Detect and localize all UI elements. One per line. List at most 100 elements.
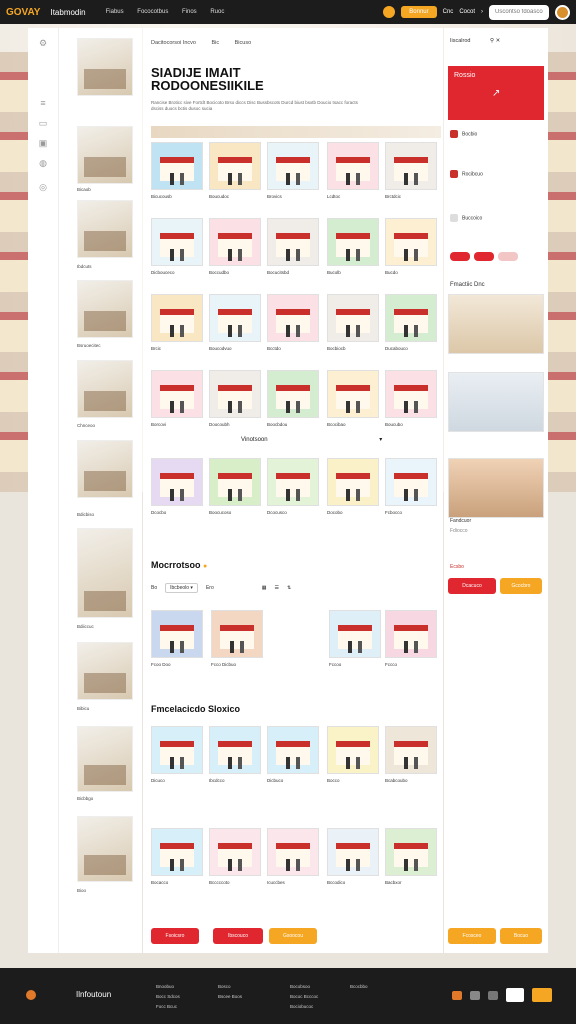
crumb-2[interactable]: Bic [211,40,219,46]
help-icon[interactable]: ◎ [38,182,48,192]
product-card[interactable]: Bacbxor [385,828,437,896]
thumb-7[interactable] [77,528,133,618]
footer-link[interactable]: Bocc Sdcos [156,992,180,1002]
lang-link[interactable]: Cocot [459,9,475,15]
close-icon[interactable]: ✕ [496,38,501,44]
logo[interactable]: GOVAY [6,7,40,18]
pill-3[interactable] [498,252,518,261]
store-card[interactable]: Dicbouceco [151,218,203,286]
nav-link-1[interactable]: Fiabus [106,9,124,15]
footer-link[interactable]: Bociobucoc [290,1002,318,1012]
right-card-3[interactable] [448,458,544,518]
market-card[interactable]: Fcoo Doo [151,610,203,678]
search-input[interactable] [489,4,549,20]
store-card[interactable]: Doocoubh [209,370,261,438]
thumb-1[interactable] [77,38,133,96]
product-card[interactable]: Bcccccoto [209,828,261,896]
footer-link[interactable]: Bocobsoo [290,982,318,992]
product-card[interactable]: Dicbuco [267,726,319,794]
right-button-1[interactable]: Dcacuco [448,578,496,594]
thumb-4[interactable] [77,280,133,338]
store-card[interactable]: Boucudoc [209,142,261,210]
thumb-9[interactable] [77,726,133,792]
store-card[interactable]: Boucubo [385,370,437,438]
store-card[interactable]: Boocbdou [267,370,319,438]
store-card[interactable]: Boccudbo [209,218,261,286]
avatar[interactable] [555,4,570,20]
footer-link[interactable]: Bscee Boos [218,992,242,1002]
store-card[interactable]: Bcctdo [267,294,319,362]
nav-link-4[interactable]: Ruoc [210,9,224,15]
person-card[interactable]: Boocucoso [209,458,261,526]
product-card[interactable]: Bccodico [327,828,379,896]
store-card[interactable]: Borcovi [151,370,203,438]
social-icon-1[interactable] [452,990,462,1000]
settings-icon[interactable]: ⚙ [38,38,48,48]
store-card[interactable]: Bucolb [327,218,379,286]
app-icon[interactable] [532,988,552,1002]
folder-icon[interactable]: ▭ [38,118,48,128]
right-button-2[interactable]: Gcocbro [500,578,542,594]
footer-link[interactable]: Bnoobuo [156,982,180,992]
product-card[interactable]: Bocacco [151,828,203,896]
store-card[interactable]: Boucodvuo [209,294,261,362]
mini-link[interactable]: Cnc [443,9,454,15]
store-card[interactable]: Bcocibao [327,370,379,438]
menu-icon[interactable]: ≡ [38,98,48,108]
bag-icon[interactable]: ▣ [38,138,48,148]
crumb-1[interactable]: Dacitocorsoi Incvo [151,40,196,46]
pill-1[interactable] [450,252,470,261]
right-card-2[interactable] [448,372,544,432]
mail-icon[interactable] [506,988,524,1002]
footer-link[interactable]: Bococ Bcccoc [290,992,318,1002]
store-card[interactable]: Brovics [267,142,319,210]
filter-3[interactable]: Ero [206,585,214,591]
thumb-10[interactable] [77,816,133,882]
store-card[interactable]: Bocbiocb [327,294,379,362]
crumb-3[interactable]: Bicuso [235,40,252,46]
thumb-2[interactable] [77,126,133,184]
thumb-5[interactable] [77,360,133,418]
filter-1[interactable]: Bo [151,585,157,591]
person-card[interactable]: Docobo [327,458,379,526]
product-card[interactable]: Ibcdcco [209,726,261,794]
right-item-2[interactable]: Rocibcuo [450,170,542,178]
right-bottom-button-2[interactable]: Bocuo [500,928,542,944]
footer-link[interactable]: Bosco [218,982,242,992]
product-card[interactable]: Icuccbes [267,828,319,896]
person-card[interactable]: Dcocusco [267,458,319,526]
product-card[interactable]: Dicuco [151,726,203,794]
pill-2[interactable] [474,252,494,261]
right-bottom-button-1[interactable]: Fcosceo [448,928,496,944]
social-icon-2[interactable] [470,990,480,1000]
footer-link[interactable]: Bcocbbo [350,982,368,992]
footer-link[interactable]: Focc Bcuc [156,1002,180,1012]
thumb-3[interactable] [77,200,133,258]
person-card[interactable]: Fcbocco [385,458,437,526]
filter-select[interactable]: Ibcbeolo ▾ [165,583,198,593]
person-card[interactable]: Dcocbo [151,458,203,526]
view-dropdown[interactable]: Vinotsoon ▾ [241,436,382,443]
product-card[interactable]: Bocco [327,726,379,794]
promo-card[interactable]: Rossio ↗ [448,66,544,120]
thumb-8[interactable] [77,642,133,700]
store-card[interactable]: Lcdtoc [327,142,379,210]
filter-icon[interactable]: ⚲ [490,38,494,44]
bottom-button-1[interactable]: Fsoicsro [151,928,199,944]
store-card[interactable]: Brcic [151,294,203,362]
nav-link-2[interactable]: Fococotbus [137,9,168,15]
store-card[interactable]: Bicucousb [151,142,203,210]
thumb-6[interactable] [77,440,133,498]
right-item-3[interactable]: Buccoico [450,214,542,222]
market-card[interactable]: Fccco [385,610,437,678]
list-icon[interactable]: ☰ [274,585,278,591]
store-card[interactable]: Bucdo [385,218,437,286]
market-card[interactable]: Fcco Dicbuo [211,610,263,678]
bottom-button-2[interactable]: Ibscouco [213,928,263,944]
store-card[interactable]: Brctdcic [385,142,437,210]
store-card[interactable]: Bocucitsbd [267,218,319,286]
nav-link-3[interactable]: Finos [182,9,197,15]
right-item-1[interactable]: Bocbio [450,130,542,138]
market-card[interactable]: Fccoo [329,610,381,678]
product-card[interactable]: Bcabcoubo [385,726,437,794]
